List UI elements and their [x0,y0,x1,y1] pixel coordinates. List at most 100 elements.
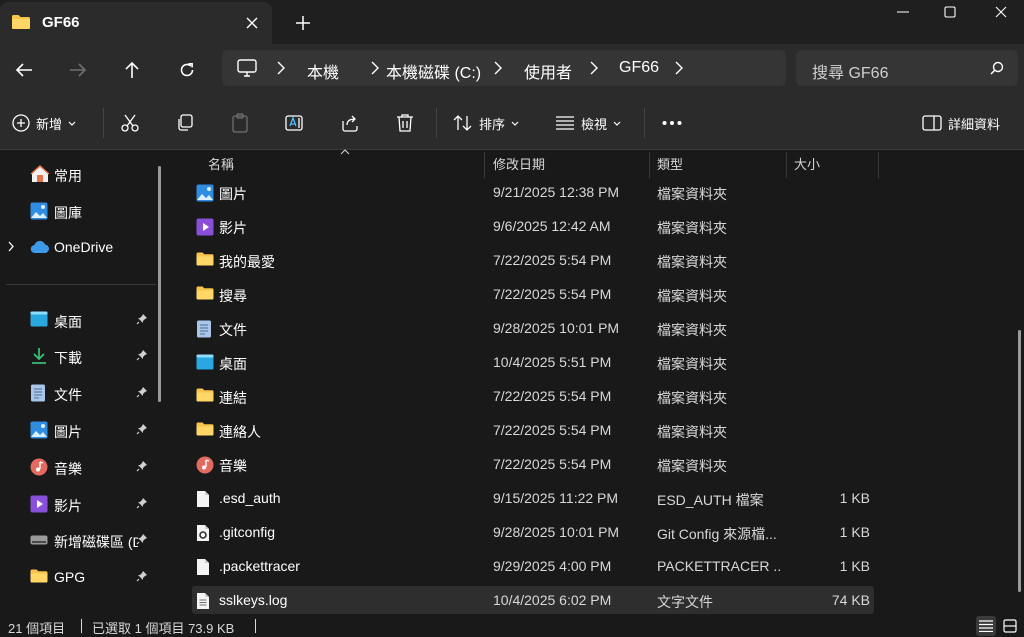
sort-button[interactable]: 排序 [453,110,519,136]
sidebar-item-documents[interactable]: 文件 [0,378,160,408]
download-icon [30,347,48,365]
close-window-icon[interactable] [978,0,1024,24]
delete-button[interactable] [395,110,415,136]
sidebar-item-gpg[interactable]: GPG [0,562,160,592]
copy-button[interactable] [175,110,195,136]
view-label: 檢視 [581,116,608,132]
sidebar-item-gallery[interactable]: 圖庫 [0,196,160,226]
chevron-right-icon[interactable] [277,61,285,75]
breadcrumb-users[interactable]: 使用者 [524,59,572,83]
sidebar-item-drive-d[interactable]: 新增磁碟區 (D:) [0,525,160,555]
navigation-pane: 常用 圖庫 OneDrive 桌面 下載 文件 圖片 音樂 影片 新增磁碟區 (… [0,150,172,615]
chevron-right-icon[interactable] [590,61,598,75]
pin-icon[interactable] [136,460,148,472]
new-tab-button[interactable] [288,8,318,38]
file-type: 檔案資料夾 [657,390,727,406]
chevron-right-icon[interactable] [371,61,379,75]
share-button[interactable] [340,110,360,136]
cut-button[interactable] [120,110,140,136]
file-row[interactable]: 圖片 9/21/2025 12:38 PM 檔案資料夾 [192,178,874,206]
pin-icon[interactable] [136,570,148,582]
forward-arrow-icon[interactable] [64,56,92,84]
sidebar-item-home[interactable]: 常用 [0,159,160,189]
file-row[interactable]: 音樂 7/22/2025 5:54 PM 檔案資料夾 [192,450,874,478]
list-view-icon [979,620,993,632]
search-box[interactable]: 搜尋 GF66 [796,50,1018,86]
sidebar-item-downloads[interactable]: 下載 [0,341,160,371]
paste-button[interactable] [230,110,250,136]
sidebar-item-desktop[interactable]: 桌面 [0,305,160,335]
search-input[interactable]: 搜尋 GF66 [812,59,888,83]
close-tab-icon[interactable] [240,11,264,35]
sidebar-item-label: 影片 [54,498,82,514]
breadcrumb-gf66[interactable]: GF66 [619,59,659,77]
column-header-date[interactable]: 修改日期 [493,154,545,173]
sidebar-item-pictures[interactable]: 圖片 [0,415,160,445]
column-header-type[interactable]: 類型 [657,154,683,173]
pin-icon[interactable] [136,313,148,325]
file-row[interactable]: 文件 9/28/2025 10:01 PM 檔案資料夾 [192,314,874,342]
breadcrumb-this-pc[interactable]: 本機 [307,59,339,83]
file-type: 檔案資料夾 [657,186,727,202]
file-row[interactable]: 搜尋 7/22/2025 5:54 PM 檔案資料夾 [192,280,874,308]
drive-icon [30,535,48,545]
maximize-icon[interactable] [927,0,973,24]
column-divider[interactable] [484,152,485,178]
file-type: 檔案資料夾 [657,458,727,474]
column-divider[interactable] [649,152,650,178]
search-icon[interactable] [990,61,1004,75]
view-button[interactable]: 檢視 [555,110,621,136]
new-button[interactable]: 新增 [12,110,76,136]
up-arrow-icon[interactable] [118,56,146,84]
column-divider[interactable] [786,152,787,178]
column-divider[interactable] [878,152,879,178]
sidebar-item-onedrive[interactable]: OneDrive [0,232,160,262]
breadcrumb-c-drive[interactable]: 本機磁碟 (C:) [386,59,481,83]
details-view-toggle[interactable] [976,616,996,636]
sidebar-item-videos[interactable]: 影片 [0,489,160,519]
file-date: 7/22/2025 5:54 PM [493,252,612,268]
refresh-icon[interactable] [173,56,201,84]
grid-view-icon [1003,619,1017,633]
tiles-view-toggle[interactable] [1000,616,1020,636]
file-date: 10/4/2025 5:51 PM [493,354,612,370]
file-row[interactable]: .gitconfig 9/28/2025 10:01 PM Git Config 來… [192,518,874,546]
sidebar-scrollbar[interactable] [158,166,161,402]
file-row[interactable]: 桌面 10/4/2025 5:51 PM 檔案資料夾 [192,348,874,376]
rename-button[interactable] [285,110,305,136]
divider [436,108,437,138]
address-bar[interactable]: 本機 本機磁碟 (C:) 使用者 GF66 [222,50,786,86]
chevron-right-icon[interactable] [675,61,683,75]
file-name: 連結 [219,390,247,406]
file-row[interactable]: 連結 7/22/2025 5:54 PM 檔案資料夾 [192,382,874,410]
column-header-name[interactable]: 名稱 [208,154,234,173]
copy-icon [175,113,195,133]
column-header-size[interactable]: 大小 [794,154,820,173]
details-pane-icon [922,115,942,131]
details-pane-button[interactable]: 詳細資料 [922,110,1000,136]
file-row[interactable]: 影片 9/6/2025 12:42 AM 檔案資料夾 [192,212,874,240]
file-row[interactable]: 我的最愛 7/22/2025 5:54 PM 檔案資料夾 [192,246,874,274]
tab-gf66[interactable]: GF66 [0,2,272,44]
pin-icon[interactable] [136,349,148,361]
file-row[interactable]: .packettracer 9/29/2025 4:00 PM PACKETTRAC… [192,552,874,580]
chevron-right-icon[interactable] [494,61,502,75]
file-row[interactable]: .esd_auth 9/15/2025 11:22 PM ESD_AUTH 檔案 1 … [192,484,874,512]
file-type: 檔案資料夾 [657,288,727,304]
minimize-icon[interactable] [880,0,926,24]
pin-icon[interactable] [136,386,148,398]
picture-icon [196,184,214,202]
divider [103,108,104,138]
pin-icon[interactable] [136,497,148,509]
back-arrow-icon[interactable] [10,56,38,84]
folder-icon [196,422,214,436]
chevron-right-icon[interactable] [8,241,14,252]
file-row[interactable]: 連絡人 7/22/2025 5:54 PM 檔案資料夾 [192,416,874,444]
file-list-scrollbar[interactable] [1018,330,1021,592]
more-options-button[interactable] [662,110,682,136]
file-row[interactable]: sslkeys.log 10/4/2025 6:02 PM 文字文件 74 KB [192,586,874,614]
pin-icon[interactable] [136,533,148,545]
folder-icon [30,569,48,583]
pin-icon[interactable] [136,423,148,435]
sidebar-item-music[interactable]: 音樂 [0,452,160,482]
